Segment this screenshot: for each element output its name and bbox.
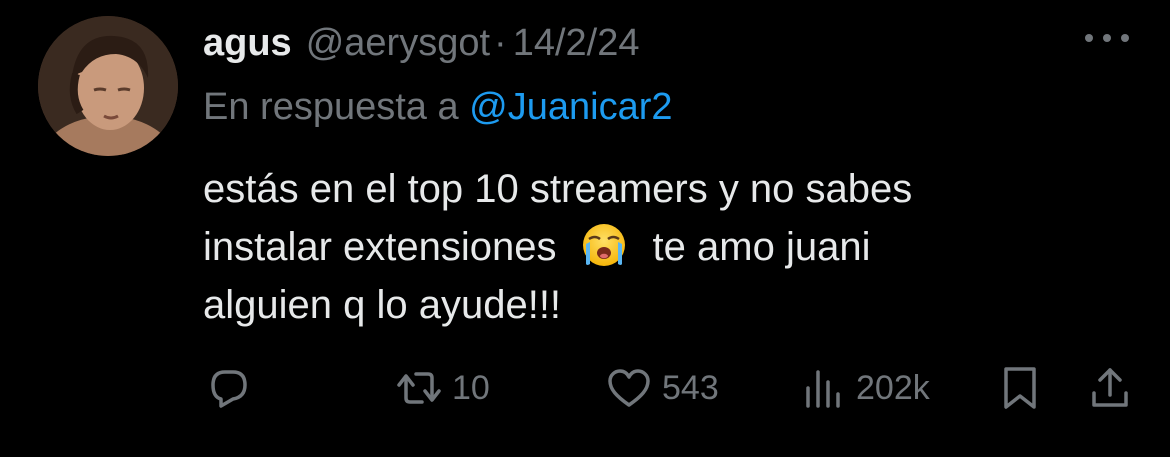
separator-dot: · [494,22,507,64]
share-button[interactable] [1090,360,1130,416]
loudly-crying-face-icon [582,224,625,266]
retweet-count: 10 [452,368,490,407]
tweet-header: agus @aerysgot · 14/2/24 [203,18,639,68]
views-button[interactable]: 202k [802,360,930,416]
reply-icon [211,370,247,408]
tweet-text-line-3: alguien q lo ayude!!! [203,283,562,327]
reply-prefix: En respuesta a [203,86,459,128]
retweet-button[interactable]: 10 [396,360,490,416]
tweet-text-line-2: instalar extensiones te amo juani [203,218,1083,276]
author-handle[interactable]: @aerysgot [306,18,490,68]
views-count: 202k [856,368,930,407]
reply-mention-link[interactable]: @Juanicar2 [469,86,672,128]
more-options-icon[interactable] [1085,28,1129,48]
tweet-text-segment: te amo juani [652,225,871,269]
tweet-text-line-1: estás en el top 10 streamers y no sabes [203,167,913,211]
avatar[interactable] [38,16,178,156]
reply-button[interactable] [207,360,251,416]
heart-icon [608,369,650,407]
action-bar: 10 543 202k [0,360,1170,420]
share-icon [1092,368,1128,407]
like-button[interactable]: 543 [606,360,719,416]
like-count: 543 [662,368,719,407]
tweet-date[interactable]: 14/2/24 [513,18,640,68]
bookmark-icon [1004,367,1036,409]
tweet-text: estás en el top 10 streamers y no sabes … [203,160,1083,334]
retweet-icon [397,372,441,404]
reply-context: En respuesta a @Juanicar2 [203,82,673,132]
avatar-image [38,16,178,156]
views-icon [806,370,840,408]
bookmark-button[interactable] [1000,360,1040,416]
tweet[interactable]: agus @aerysgot · 14/2/24 En respuesta a … [0,0,1170,457]
author-name[interactable]: agus [203,18,292,68]
tweet-text-segment: instalar extensiones [203,225,557,269]
